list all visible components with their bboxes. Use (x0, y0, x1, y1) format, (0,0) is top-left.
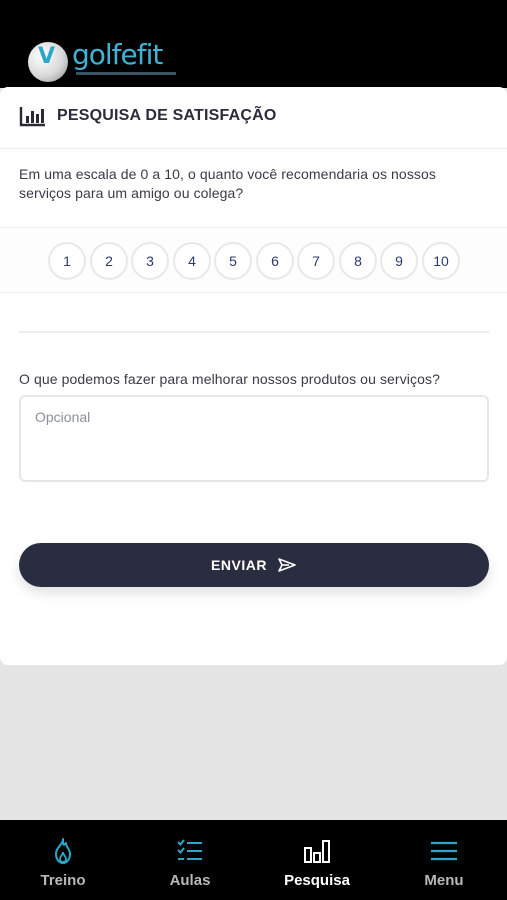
logo-text: golfefit (72, 38, 163, 71)
scale-option-8[interactable]: 8 (339, 242, 377, 280)
page-title: PESQUISA DE SATISFAÇÃO (57, 107, 277, 124)
feedback-question: O que podemos fazer para melhorar nossos… (19, 371, 440, 387)
checklist-icon (177, 839, 202, 860)
scale-option-4[interactable]: 4 (173, 242, 211, 280)
nav-item-aulas[interactable]: Aulas (127, 820, 253, 900)
scale-option-9[interactable]: 9 (380, 242, 418, 280)
scale-option-1[interactable]: 1 (48, 242, 86, 280)
bottom-navigation: Treino Aulas Pesquisa Menu (0, 820, 507, 900)
scale-option-2[interactable]: 2 (90, 242, 128, 280)
nps-scale: 1 2 3 4 5 6 7 8 9 10 (0, 227, 507, 293)
bar-chart-icon (19, 107, 45, 127)
submit-button[interactable]: ENVIAR (19, 543, 489, 587)
divider (19, 331, 489, 333)
golfefit-logo: V golfefit (28, 38, 178, 82)
flame-icon (55, 838, 71, 864)
scale-option-3[interactable]: 3 (131, 242, 169, 280)
app-header: V golfefit (0, 0, 507, 88)
scale-option-6[interactable]: 6 (256, 242, 294, 280)
feedback-textarea[interactable] (19, 395, 489, 482)
scale-option-7[interactable]: 7 (297, 242, 335, 280)
send-icon (278, 558, 296, 572)
hamburger-icon (431, 841, 457, 861)
scale-option-5[interactable]: 5 (214, 242, 252, 280)
scale-option-10[interactable]: 10 (422, 242, 460, 280)
card-header: PESQUISA DE SATISFAÇÃO (0, 87, 507, 149)
bar-chart-icon (304, 840, 330, 863)
submit-label: ENVIAR (211, 557, 267, 573)
survey-card: PESQUISA DE SATISFAÇÃO Em uma escala de … (0, 87, 507, 665)
nps-question: Em uma escala de 0 a 10, o quanto você r… (19, 166, 437, 201)
nav-item-menu[interactable]: Menu (381, 820, 507, 900)
nav-item-pesquisa[interactable]: Pesquisa (254, 820, 380, 900)
nav-item-treino[interactable]: Treino (0, 820, 126, 900)
